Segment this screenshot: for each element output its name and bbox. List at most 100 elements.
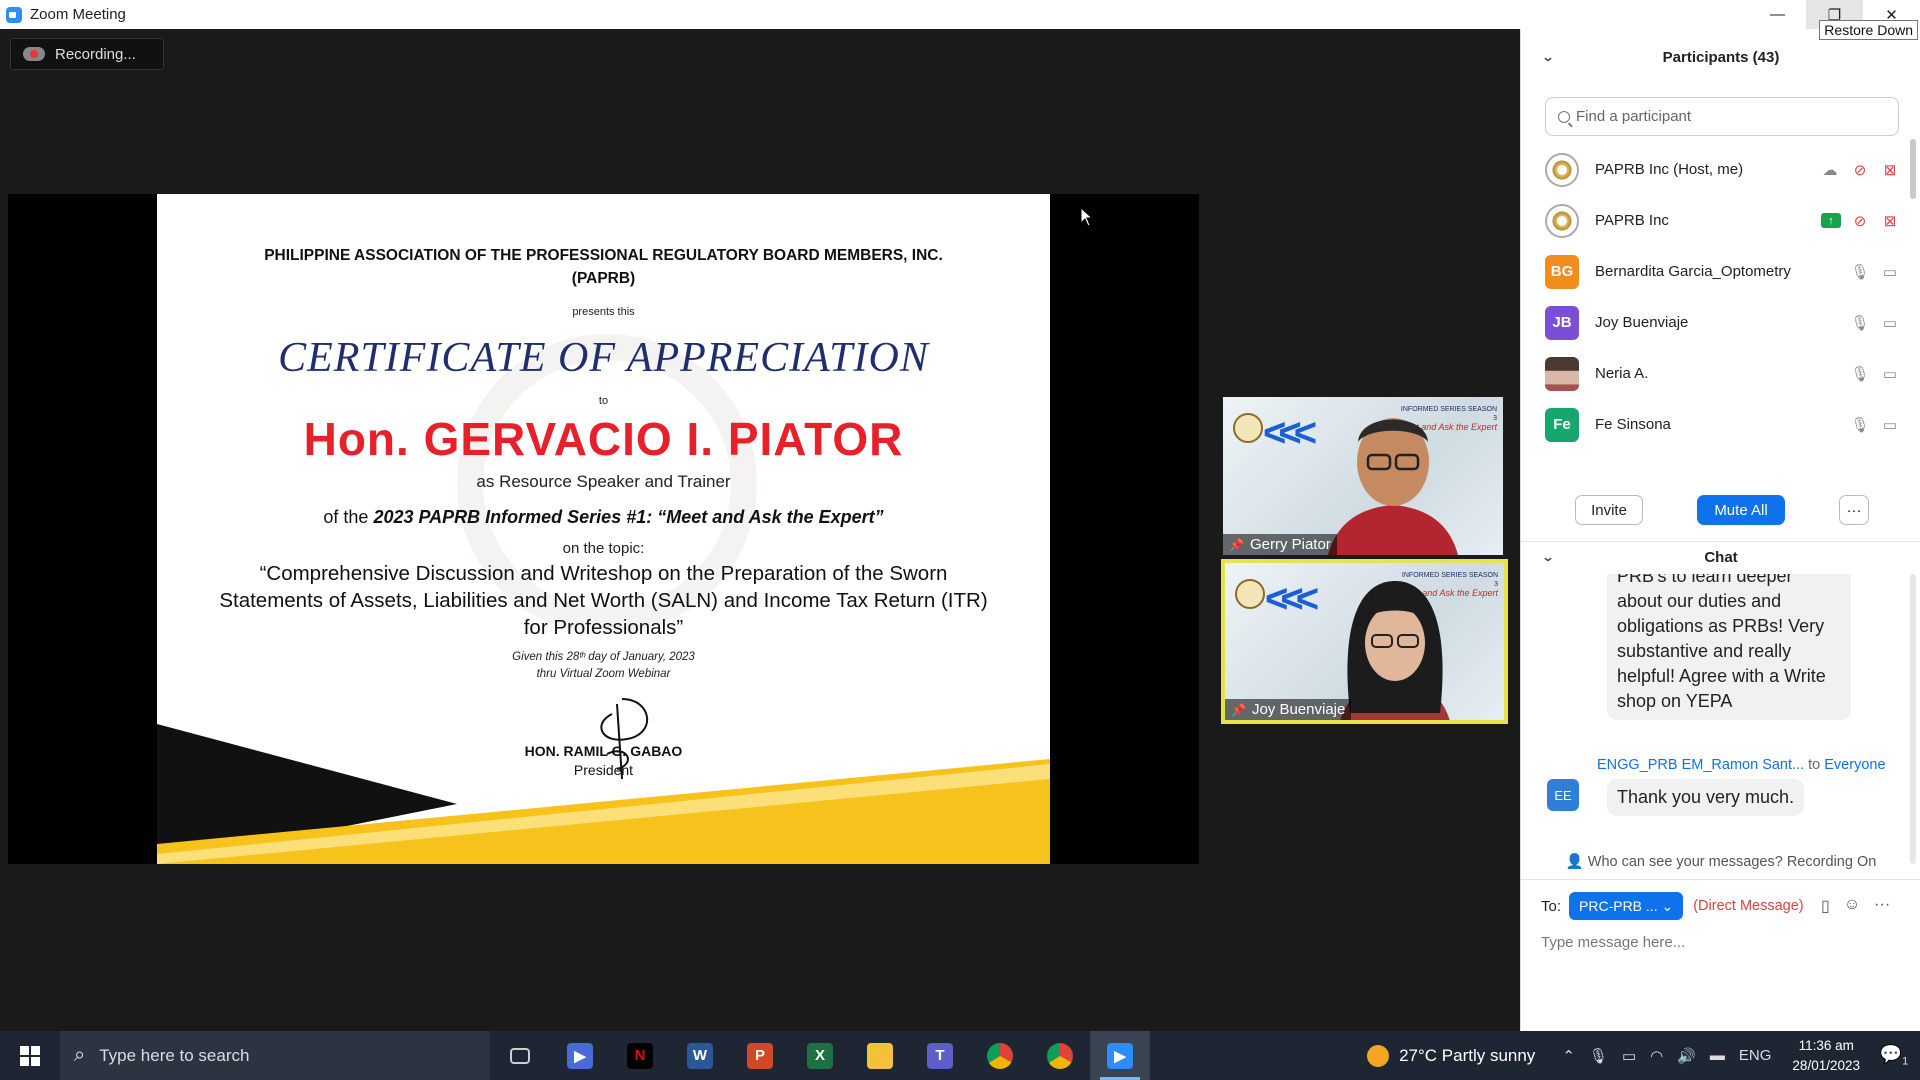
people-icon: 👤 <box>1565 854 1588 870</box>
chat-header: ⌄ Chat <box>1541 548 1738 566</box>
participant-name: Joy Buenviaje <box>1595 314 1689 331</box>
video-tile-gerry[interactable]: <<< INFORMED SERIES SEASON 3 Meet and As… <box>1223 397 1503 555</box>
task-view-icon[interactable] <box>490 1031 550 1080</box>
participant-status-icons: ↑ ⊘ ⊠ <box>1821 211 1901 231</box>
participant-search-input[interactable] <box>1576 108 1876 125</box>
more-icon[interactable]: ··· <box>1874 896 1890 916</box>
zoom-app-icon[interactable]: ▶ <box>550 1031 610 1080</box>
paprb-logo-icon <box>1235 579 1265 609</box>
recipient-everyone[interactable]: Everyone <box>1824 757 1885 773</box>
volume-icon[interactable]: 🔊 <box>1677 1047 1696 1065</box>
clock[interactable]: 11:36 am 28/01/2023 <box>1792 1036 1860 1076</box>
participant-status-icons: ☁ ⊘ ⊠ <box>1819 160 1901 180</box>
notification-center-icon[interactable]: 💬1 <box>1874 1044 1914 1068</box>
mic-icon[interactable]: 🎙 <box>1849 313 1871 333</box>
display-icon[interactable]: ▭ <box>1622 1047 1636 1065</box>
on-topic-text: on the topic: <box>562 540 645 557</box>
participant-status-icons: 🎙 ▭ <box>1849 364 1901 384</box>
side-panel: ⌄ Participants (43) PAPRB Inc (Host, me)… <box>1520 29 1920 1031</box>
mic-icon[interactable]: 🎙 <box>1849 415 1871 435</box>
video-icon[interactable]: ▭ <box>1879 364 1901 384</box>
taskbar-search[interactable]: ⌕ Type here to search <box>60 1031 490 1080</box>
recipient-dropdown[interactable]: PRC-PRB ... ⌄ <box>1569 892 1684 920</box>
mute-all-button[interactable]: Mute All <box>1697 495 1785 525</box>
mic-icon[interactable]: 🎙 <box>1849 364 1871 384</box>
teams-icon[interactable]: T <box>910 1031 970 1080</box>
participant-row[interactable]: BG Bernardita Garcia_Optometry 🎙 ▭ <box>1521 246 1911 297</box>
participant-video-joy <box>1340 581 1450 720</box>
video-icon[interactable]: ▭ <box>1879 262 1901 282</box>
video-icon[interactable]: ▭ <box>1879 415 1901 435</box>
microphone-icon[interactable]: 🎙 <box>1589 1047 1608 1065</box>
sender-name[interactable]: ENGG_PRB EM_Ramon Sant... <box>1597 757 1804 773</box>
powerpoint-icon[interactable]: P <box>730 1031 790 1080</box>
weather-widget[interactable]: 27°C Partly sunny <box>1367 1044 1535 1067</box>
series-line: of the 2023 PAPRB Informed Series #1: “M… <box>323 507 884 527</box>
search-icon <box>1558 110 1570 123</box>
participant-name: Neria A. <box>1595 365 1649 382</box>
participant-avatar: Fe <box>1545 407 1579 442</box>
chat-recipient-bar: To: PRC-PRB ... ⌄ (Direct Message) ▯ ☺ ·… <box>1541 892 1890 920</box>
wifi-icon[interactable]: ◠ <box>1650 1047 1663 1065</box>
share-screen-icon: ↑ <box>1821 213 1841 228</box>
mouse-cursor <box>1080 207 1094 227</box>
paprb-logo-icon <box>1233 413 1263 443</box>
video-off-icon[interactable]: ⊠ <box>1879 211 1901 231</box>
collapse-chat-icon[interactable]: ⌄ <box>1541 550 1554 564</box>
recording-indicator[interactable]: Recording... <box>10 38 164 70</box>
emoji-icon[interactable]: ☺ <box>1844 896 1860 916</box>
more-options-button[interactable]: ··· <box>1839 495 1869 525</box>
windows-logo-icon <box>20 1045 40 1066</box>
participant-row[interactable]: PAPRB Inc ↑ ⊘ ⊠ <box>1521 195 1911 246</box>
participants-header: ⌄ Participants (43) <box>1541 48 1780 66</box>
chat-scrollbar[interactable] <box>1910 574 1916 864</box>
participant-name: PAPRB Inc <box>1595 212 1669 229</box>
participant-row[interactable]: Fe Fe Sinsona 🎙 ▭ <box>1521 399 1911 450</box>
chrome-profile-icon[interactable] <box>1030 1031 1090 1080</box>
participant-avatar: BG <box>1545 254 1579 289</box>
chat-messages: PRB's to learn deeper about our duties a… <box>1521 574 1920 874</box>
zoom-meeting-taskbar-icon[interactable]: ▶ <box>1090 1031 1150 1080</box>
zoom-logo-icon <box>6 6 22 23</box>
language-indicator[interactable]: ENG <box>1739 1047 1772 1064</box>
participants-scrollbar[interactable] <box>1910 139 1916 199</box>
participant-row[interactable]: PAPRB Inc (Host, me) ☁ ⊘ ⊠ <box>1521 144 1911 195</box>
chevron-graphic: <<< <box>1265 577 1319 621</box>
signer-block: HON. RAMIL G. GABAO President <box>524 743 683 778</box>
taskbar-search-placeholder: Type here to search <box>99 1045 250 1065</box>
chevron-graphic: <<< <box>1263 411 1317 455</box>
participant-row[interactable]: Neria A. 🎙 ▭ <box>1521 348 1911 399</box>
participant-avatar <box>1545 203 1579 238</box>
word-icon[interactable]: W <box>670 1031 730 1080</box>
muted-mic-icon[interactable]: ⊘ <box>1849 160 1871 180</box>
presents-text: presents this <box>572 306 635 318</box>
video-icon[interactable]: ▭ <box>1879 313 1901 333</box>
show-hidden-icons[interactable]: ⌃ <box>1562 1047 1575 1065</box>
who-can-see-link[interactable]: 👤 Who can see your messages? Recording O… <box>1521 853 1920 870</box>
participant-search[interactable] <box>1545 97 1899 136</box>
recording-label: Recording... <box>55 45 136 63</box>
participant-row[interactable]: JB Joy Buenviaje 🎙 ▭ <box>1521 297 1911 348</box>
chrome-icon[interactable] <box>970 1031 1030 1080</box>
collapse-participants-icon[interactable]: ⌄ <box>1541 50 1554 64</box>
video-tile-joy[interactable]: <<< INFORMED SERIES SEASON 3 Meet and As… <box>1221 559 1508 724</box>
chat-message-input[interactable] <box>1541 934 1901 951</box>
chat-bubble-latest: Thank you very much. <box>1607 779 1805 816</box>
minimize-button[interactable]: — <box>1749 0 1806 29</box>
file-explorer-icon[interactable] <box>850 1031 910 1080</box>
participant-actions: Invite Mute All ··· <box>1521 495 1920 527</box>
file-icon[interactable]: ▯ <box>1821 896 1830 916</box>
start-button[interactable] <box>0 1031 60 1080</box>
to-text: to <box>598 395 609 407</box>
battery-icon[interactable]: ▬ <box>1710 1047 1725 1064</box>
video-off-icon[interactable]: ⊠ <box>1879 160 1901 180</box>
title-bar: Zoom Meeting — ❐ ✕ Restore Down <box>0 0 1920 40</box>
recording-cloud-icon: ☁ <box>1822 161 1838 179</box>
given-date: Given this 28ᵗʰ day of January, 2023 thr… <box>512 651 695 680</box>
mic-icon[interactable]: 🎙 <box>1849 262 1871 282</box>
organization-name: PHILIPPINE ASSOCIATION OF THE PROFESSION… <box>264 247 943 287</box>
muted-mic-icon[interactable]: ⊘ <box>1849 211 1871 231</box>
netflix-icon[interactable]: N <box>610 1031 670 1080</box>
excel-icon[interactable]: X <box>790 1031 850 1080</box>
invite-button[interactable]: Invite <box>1575 495 1643 525</box>
